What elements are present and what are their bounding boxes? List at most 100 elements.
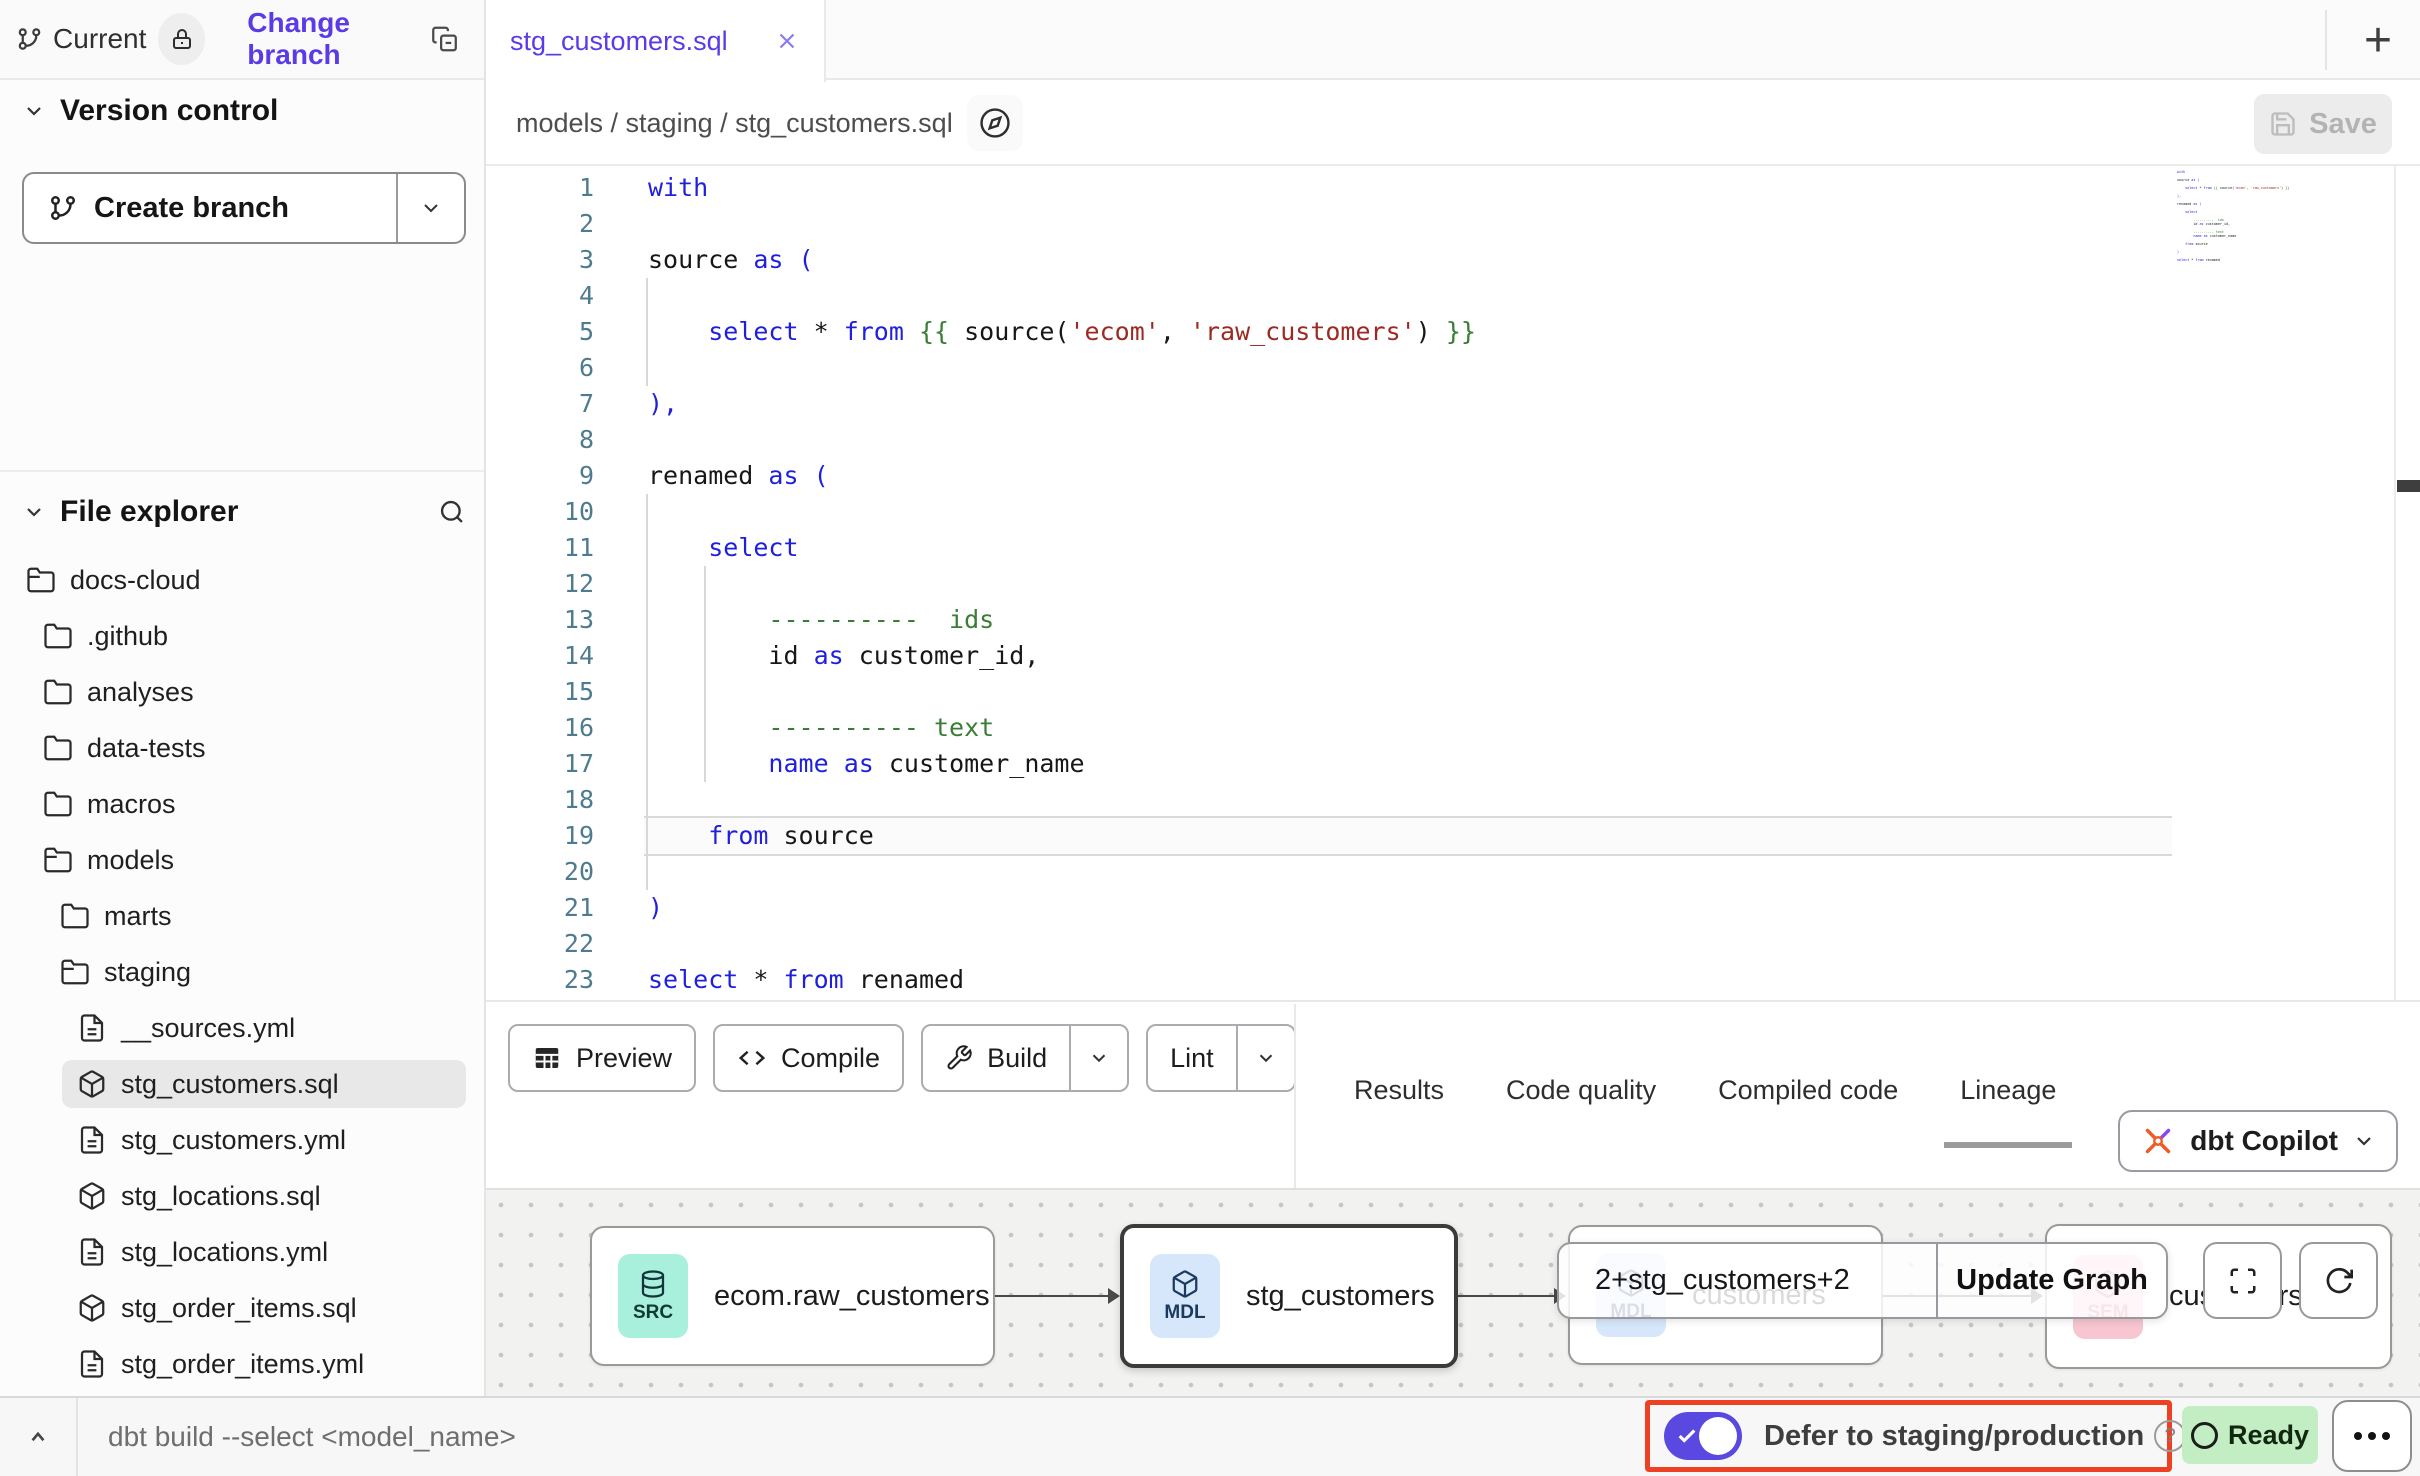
database-icon [638,1269,668,1299]
copilot-compass-button[interactable] [967,95,1023,151]
version-control-section-header[interactable]: Version control [22,94,278,128]
code-line[interactable]: 20 [486,854,2420,890]
create-branch-main[interactable]: Create branch [24,174,396,242]
code-line[interactable]: 21) [486,890,2420,926]
code-line[interactable]: 14 id as customer_id, [486,638,2420,674]
code-line[interactable]: 3source as ( [486,242,2420,278]
file-staging[interactable]: staging [0,944,484,1000]
code-line[interactable]: 10 [486,494,2420,530]
file-stg-order-items-yml[interactable]: stg_order_items.yml [0,1336,484,1392]
lineage-selector-input[interactable]: 2+stg_customers+2 [1559,1244,1936,1317]
compile-label: Compile [781,1043,880,1074]
file-icon [77,1349,107,1379]
lineage-canvas[interactable]: SRC ecom.raw_customers MDL stg_customers… [486,1188,2420,1396]
code-line[interactable]: 9renamed as ( [486,458,2420,494]
chevron-down-icon [1255,1047,1277,1069]
current-branch-label: Current [53,23,146,55]
file-label: stg_order_items.sql [121,1293,357,1324]
code-line[interactable]: 17 name as customer_name [486,746,2420,782]
file-explorer-section-header[interactable]: File explorer [22,482,466,542]
file-stg-locations-sql[interactable]: stg_locations.sql [0,1168,484,1224]
code-line[interactable]: 16 ---------- text [486,710,2420,746]
dbt-copilot-button[interactable]: dbt Copilot [2118,1110,2398,1172]
tab-results[interactable]: Results [1338,1038,1460,1148]
command-input[interactable]: dbt build --select <model_name> [108,1398,516,1476]
change-branch-link[interactable]: Change branch [247,7,431,71]
code-line[interactable]: 19 from source [486,818,2420,854]
code-line[interactable]: 22 [486,926,2420,962]
lineage-node-ecom-raw-customers[interactable]: SRC ecom.raw_customers [590,1226,995,1366]
defer-toggle[interactable] [1664,1412,1742,1460]
save-button[interactable]: Save [2254,94,2392,154]
folder-icon [43,677,73,707]
update-graph-button[interactable]: Update Graph [1938,1244,2166,1317]
file-analyses[interactable]: analyses [0,664,484,720]
file-label: stg_customers.yml [121,1125,346,1156]
build-label: Build [987,1043,1047,1074]
code-line[interactable]: 5 select * from {{ source('ecom', 'raw_c… [486,314,2420,350]
refresh-button[interactable] [2299,1242,2378,1319]
copy-icon[interactable] [431,24,458,54]
lint-menu-button[interactable] [1238,1026,1294,1090]
close-tab-icon[interactable] [774,28,800,54]
code-line[interactable]: 4 [486,278,2420,314]
status-bar: dbt build --select <model_name> Defer to… [0,1396,2420,1476]
file-sources-yml[interactable]: __sources.yml [0,1000,484,1056]
tab-code-quality[interactable]: Code quality [1490,1038,1672,1148]
file-stg-customers-sql[interactable]: stg_customers.sql [0,1056,484,1112]
lineage-node-stg-customers[interactable]: MDL stg_customers [1120,1224,1458,1368]
compile-button[interactable]: Compile [713,1024,904,1092]
line-number: 17 [486,746,594,782]
build-button[interactable]: Build [921,1024,1129,1092]
file-stg-customers-yml[interactable]: stg_customers.yml [0,1112,484,1168]
expand-command-bar-button[interactable] [0,1398,78,1476]
code-line[interactable]: 1with [486,170,2420,206]
code-line[interactable]: 11 select [486,530,2420,566]
code-line[interactable]: 24 [486,998,2420,1002]
file-docs-cloud[interactable]: docs-cloud [0,552,484,608]
line-number: 23 [486,962,594,998]
tab-title: stg_customers.sql [510,26,728,57]
tab-compiled-code[interactable]: Compiled code [1702,1038,1914,1148]
tab-stg-customers-sql[interactable]: stg_customers.sql [486,0,826,82]
line-number: 4 [486,278,594,314]
file-marts[interactable]: marts [0,888,484,944]
dot [2368,1432,2376,1440]
minimap[interactable]: withsource as ( select * from {{ source(… [2177,170,2389,320]
new-tab-button[interactable]: + [2336,0,2420,80]
code-line[interactable]: 15 [486,674,2420,710]
build-menu-button[interactable] [1071,1026,1127,1090]
code-line[interactable]: 13 ---------- ids [486,602,2420,638]
create-branch-button[interactable]: Create branch [22,172,466,244]
chevron-down-icon[interactable] [22,99,46,123]
code-line[interactable]: 2 [486,206,2420,242]
overflow-menu-button[interactable] [2332,1400,2412,1472]
tab-lineage[interactable]: Lineage [1944,1038,2072,1148]
fullscreen-button[interactable] [2203,1242,2282,1319]
line-number: 12 [486,566,594,602]
preview-button[interactable]: Preview [508,1024,696,1092]
file-data-tests[interactable]: data-tests [0,720,484,776]
code-line[interactable]: 12 [486,566,2420,602]
chevron-down-icon[interactable] [22,500,46,524]
scrollbar-thumb[interactable] [2397,480,2420,492]
code-line[interactable]: 6 [486,350,2420,386]
code-editor[interactable]: 1with23source as (45 select * from {{ so… [486,166,2420,1002]
file-models[interactable]: models [0,832,484,888]
search-icon[interactable] [438,498,466,526]
file-stg-locations-yml[interactable]: stg_locations.yml [0,1224,484,1280]
code-line[interactable]: 8 [486,422,2420,458]
code-line[interactable]: 23select * from renamed [486,962,2420,998]
branch-lock-badge [158,13,205,65]
file-label: data-tests [87,733,206,764]
breadcrumb-row: models / staging / stg_customers.sql Sav… [486,82,2420,166]
line-number: 6 [486,350,594,386]
code-line[interactable]: 18 [486,782,2420,818]
file-github[interactable]: .github [0,608,484,664]
code-text: from source [648,818,874,854]
create-branch-menu-button[interactable] [398,174,464,242]
file-stg-order-items-sql[interactable]: stg_order_items.sql [0,1280,484,1336]
code-line[interactable]: 7), [486,386,2420,422]
lint-button[interactable]: Lint [1146,1024,1296,1092]
file-macros[interactable]: macros [0,776,484,832]
